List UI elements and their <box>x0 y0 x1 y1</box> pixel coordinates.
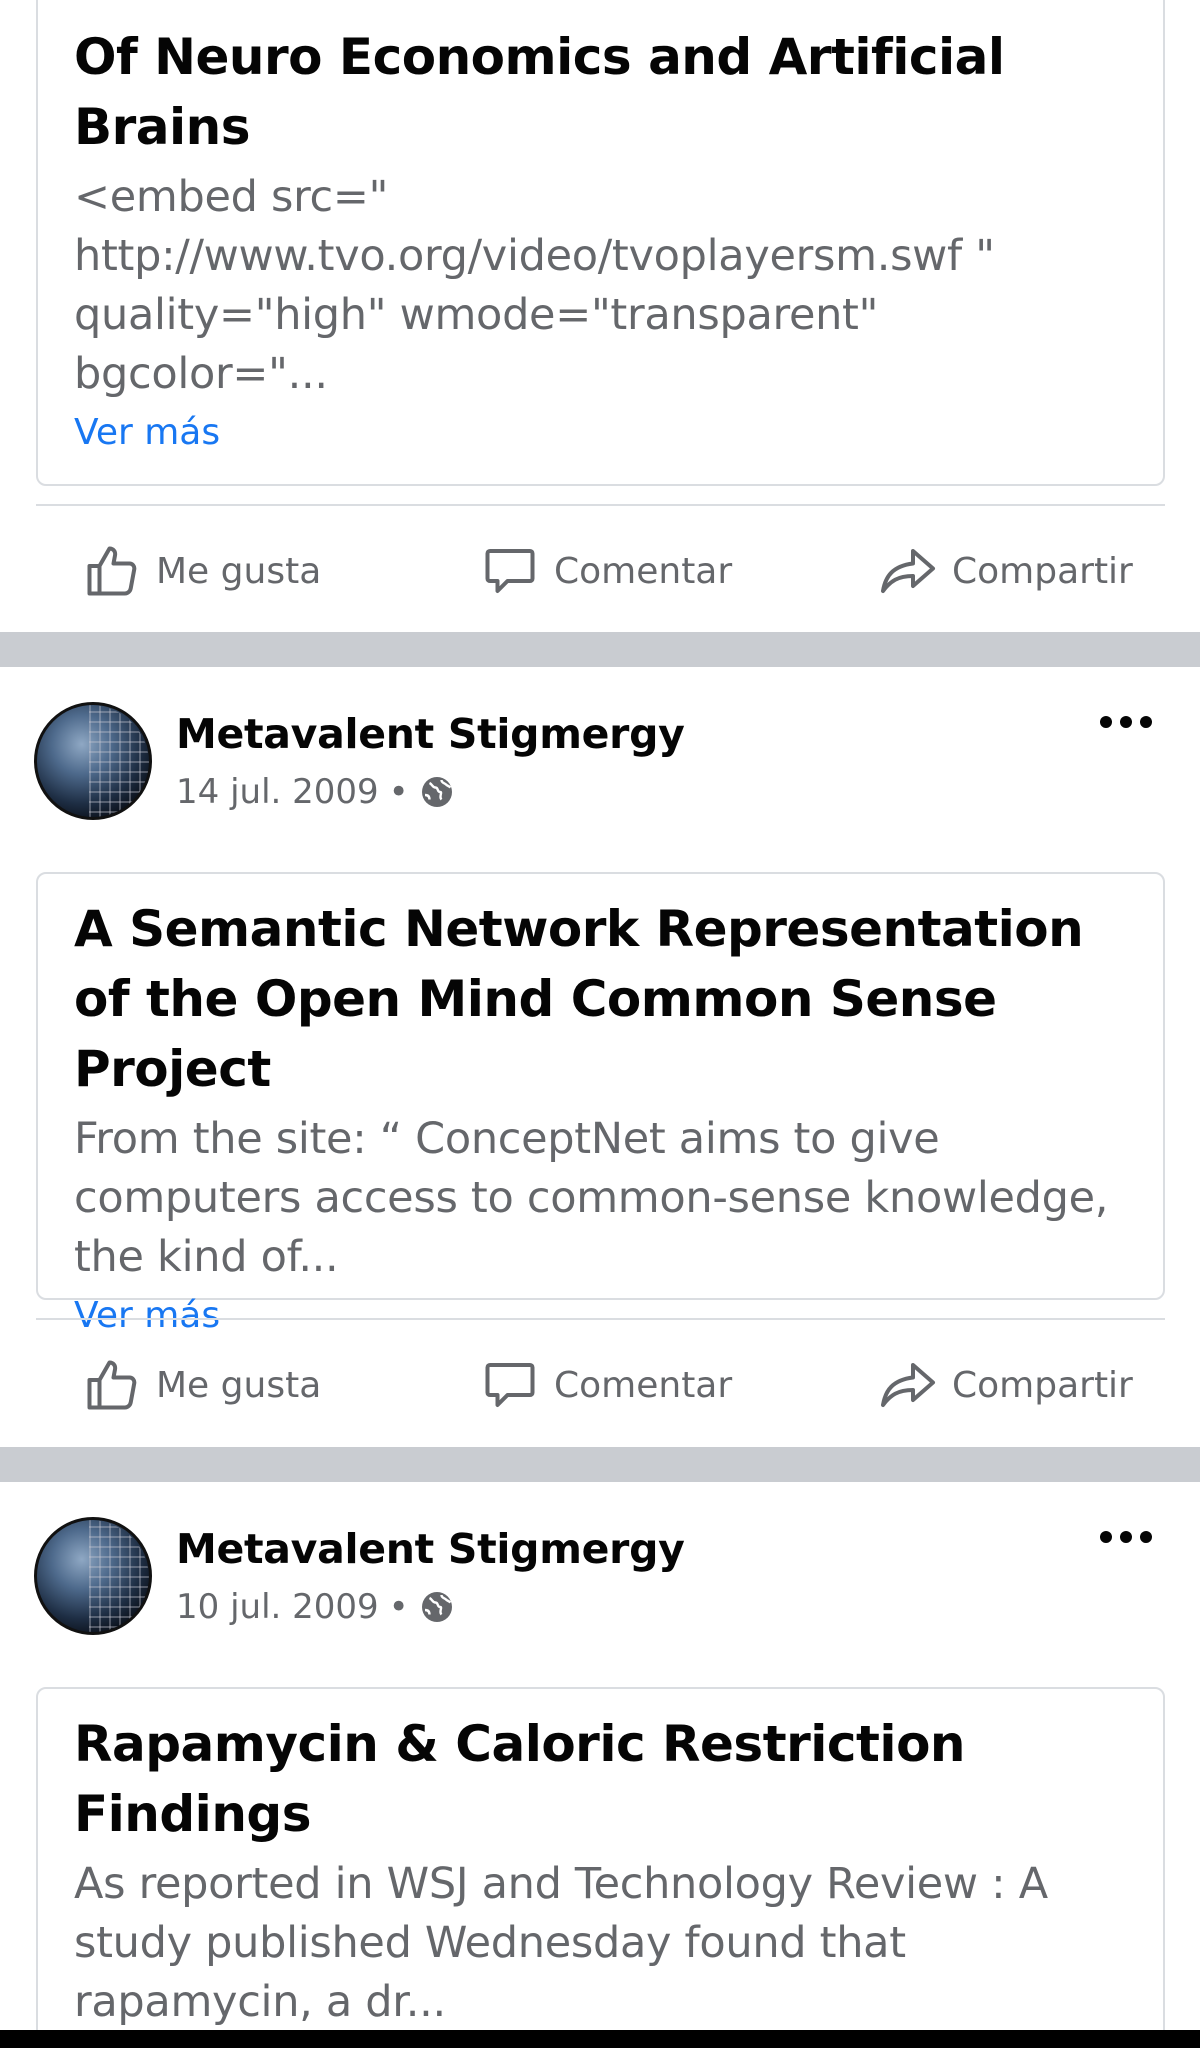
post-date[interactable]: 10 jul. 2009 <box>176 1587 379 1627</box>
link-preview-card[interactable]: Of Neuro Economics and Artificial Brains… <box>36 0 1165 486</box>
share-button[interactable]: Compartir <box>878 1340 1133 1430</box>
like-button[interactable]: Me gusta <box>82 526 321 616</box>
like-button[interactable]: Me gusta <box>82 1340 321 1430</box>
post-3-header: Metavalent Stigmergy 10 jul. 2009 • <box>0 1517 1200 1637</box>
feed-separator <box>0 1447 1200 1482</box>
link-description: <embed src=" http://www.tvo.org/video/tv… <box>74 172 995 399</box>
post-actions: Me gusta Comentar Compartir <box>0 1340 1200 1430</box>
comment-bubble-icon <box>485 1363 535 1407</box>
like-label: Me gusta <box>156 1364 322 1406</box>
link-description: As reported in WSJ and Technology Review… <box>74 1859 1048 2027</box>
link-preview-card[interactable]: A Semantic Network Representation of the… <box>36 872 1165 1336</box>
link-title: Of Neuro Economics and Artificial Brains <box>74 28 1005 156</box>
link-title: Rapamycin & Caloric Restriction Findings <box>74 1715 966 1843</box>
avatar[interactable] <box>34 1517 152 1635</box>
thumbs-up-icon <box>87 546 137 596</box>
share-arrow-icon <box>881 1363 935 1407</box>
link-title: A Semantic Network Representation of the… <box>74 900 1084 1098</box>
globe-icon <box>421 1592 452 1622</box>
post-actions: Me gusta Comentar Compartir <box>0 526 1200 616</box>
share-label: Compartir <box>952 1364 1133 1406</box>
globe-icon <box>421 777 452 807</box>
more-options-button[interactable] <box>1100 1527 1152 1547</box>
share-button[interactable]: Compartir <box>878 526 1133 616</box>
post-meta: 10 jul. 2009 • <box>176 1587 455 1627</box>
comment-button[interactable]: Comentar <box>480 526 732 616</box>
thumbs-up-icon <box>87 1360 137 1410</box>
post-date[interactable]: 14 jul. 2009 <box>176 772 379 812</box>
post-meta: 14 jul. 2009 • <box>176 772 455 812</box>
see-more-link[interactable]: Ver más <box>74 1291 1127 1341</box>
link-description: From the site: “ ConceptNet aims to give… <box>74 1114 1109 1282</box>
actions-divider <box>36 504 1165 506</box>
like-label: Me gusta <box>156 550 322 592</box>
comment-label: Comentar <box>554 1364 733 1406</box>
meta-separator: • <box>388 1587 409 1627</box>
link-preview-card[interactable]: Rapamycin & Caloric Restriction Findings… <box>36 1687 1165 2048</box>
post-2-header: Metavalent Stigmergy 14 jul. 2009 • <box>0 702 1200 822</box>
comment-label: Comentar <box>554 550 733 592</box>
author-name[interactable]: Metavalent Stigmergy <box>176 710 685 758</box>
share-arrow-icon <box>881 549 935 593</box>
avatar[interactable] <box>34 702 152 820</box>
comment-button[interactable]: Comentar <box>480 1340 732 1430</box>
meta-separator: • <box>388 772 409 812</box>
author-name[interactable]: Metavalent Stigmergy <box>176 1525 685 1573</box>
more-options-button[interactable] <box>1100 712 1152 732</box>
feed-separator <box>0 632 1200 667</box>
comment-bubble-icon <box>485 549 535 593</box>
share-label: Compartir <box>952 550 1133 592</box>
see-more-link[interactable]: Ver más <box>74 408 1127 458</box>
system-nav-bar <box>0 2030 1200 2048</box>
actions-divider <box>36 1318 1165 1320</box>
